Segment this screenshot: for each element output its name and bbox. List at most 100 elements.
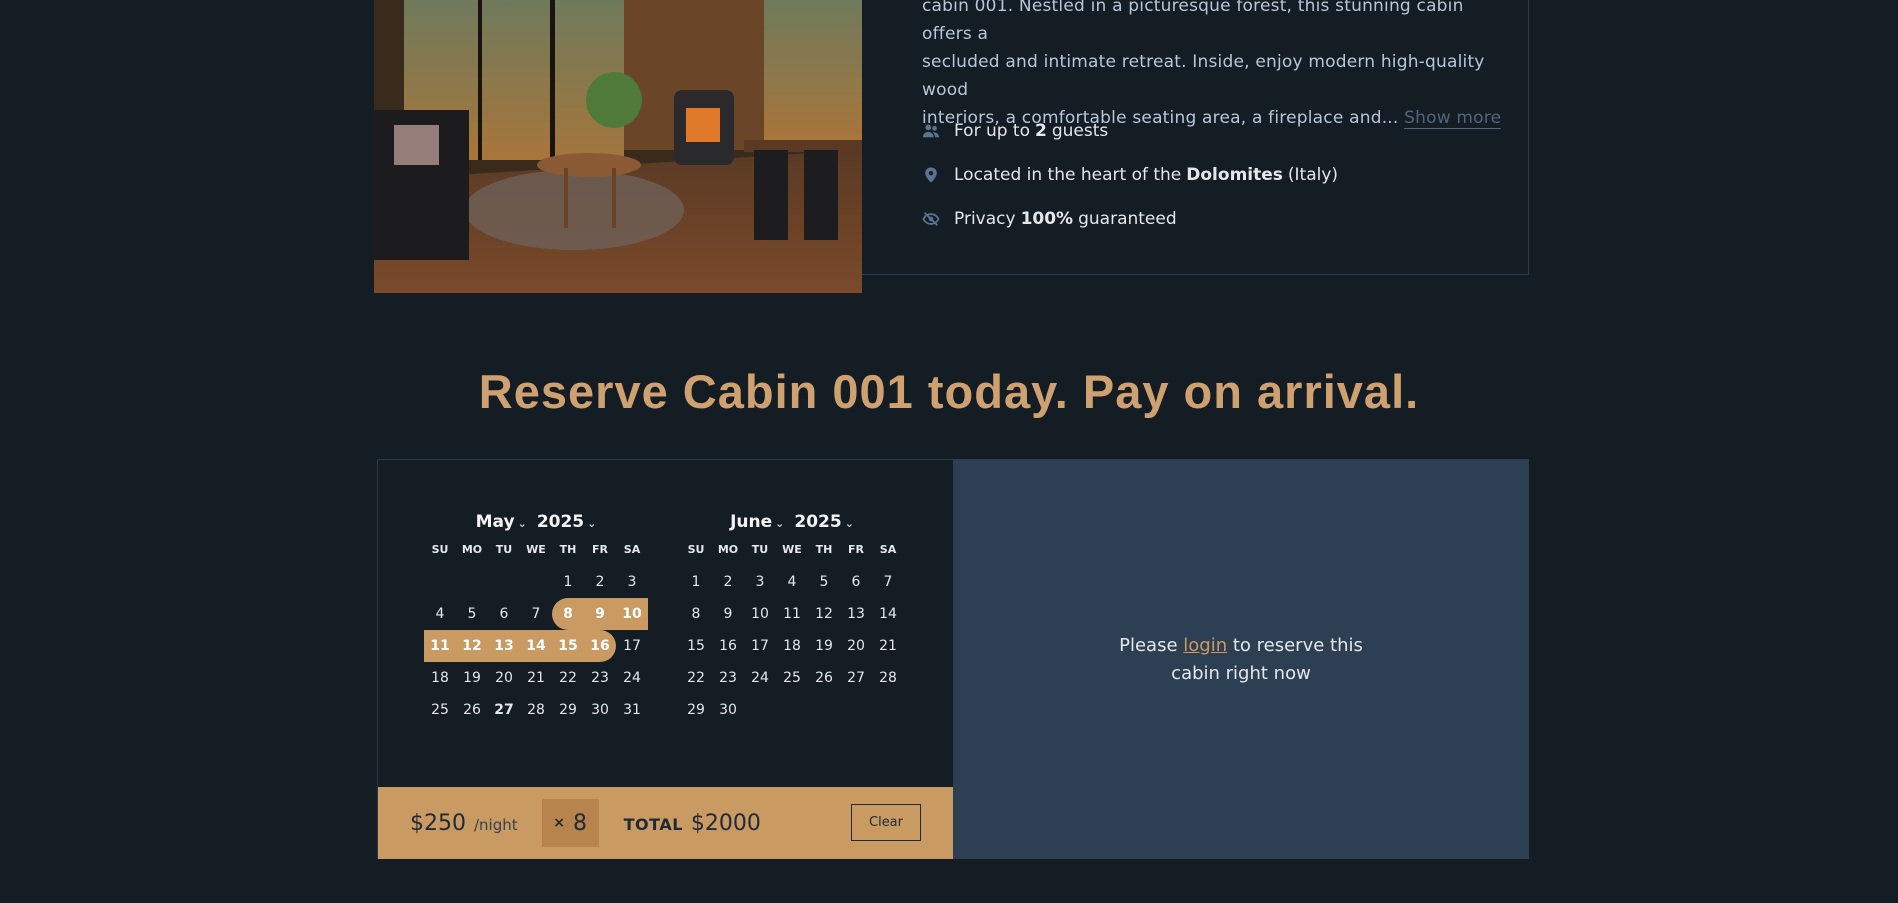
calendar-day[interactable]: 23 <box>712 662 744 694</box>
nightly-price: $250 /night <box>410 811 518 836</box>
year-select[interactable]: 2025 ⌄ <box>537 512 597 532</box>
calendar-day[interactable]: 19 <box>808 630 840 662</box>
cabin-info-panel: cabin 001. Nestled in a picturesque fore… <box>862 0 1529 275</box>
calendar-day[interactable]: 16 <box>712 630 744 662</box>
calendar-day[interactable]: 24 <box>744 662 776 694</box>
month-select[interactable]: May ⌄ <box>476 512 527 532</box>
calendar-day[interactable]: 27 <box>840 662 872 694</box>
calendar-day[interactable]: 20 <box>840 630 872 662</box>
calendar-day[interactable]: 26 <box>808 662 840 694</box>
calendar-day[interactable]: 7 <box>520 598 552 630</box>
calendar-day[interactable]: 5 <box>808 566 840 598</box>
calendar-day[interactable]: 3 <box>744 566 776 598</box>
calendar-day[interactable]: 18 <box>776 630 808 662</box>
login-link[interactable]: login <box>1183 635 1227 656</box>
calendar-day[interactable]: 6 <box>488 598 520 630</box>
description-line: secluded and intimate retreat. Inside, e… <box>922 52 1485 100</box>
calendar-day[interactable]: 25 <box>776 662 808 694</box>
feature-text: guests <box>1051 121 1109 141</box>
chevron-down-icon: ⌄ <box>775 516 785 530</box>
calendar-day[interactable]: 30 <box>712 694 744 726</box>
calendar-week: 123 <box>424 566 648 598</box>
calendar-day[interactable]: 5 <box>456 598 488 630</box>
calendar-day[interactable]: 23 <box>584 662 616 694</box>
calendar-day[interactable]: 14 <box>520 630 552 662</box>
reserve-title: Reserve Cabin 001 today. Pay on arrival. <box>478 365 1420 418</box>
calendar-day[interactable]: 14 <box>872 598 904 630</box>
calendar-day[interactable]: 11 <box>424 630 456 662</box>
calendar-day[interactable]: 27 <box>488 694 520 726</box>
year-select[interactable]: 2025 ⌄ <box>794 512 854 532</box>
month-select[interactable]: June ⌄ <box>730 512 784 532</box>
calendar-day[interactable]: 10 <box>744 598 776 630</box>
calendar-day[interactable]: 9 <box>712 598 744 630</box>
total-price: TOTAL $2000 <box>624 811 761 836</box>
login-prompt-panel: Please login to reserve this cabin right… <box>953 460 1529 859</box>
calendar-day[interactable]: 6 <box>840 566 872 598</box>
calendar-day[interactable]: 15 <box>680 630 712 662</box>
calendar-day[interactable]: 21 <box>872 630 904 662</box>
calendar-day[interactable]: 2 <box>712 566 744 598</box>
calendar-week: 8 9 10 11 12 13 14 <box>680 598 904 630</box>
calendar-day[interactable]: 17 <box>616 630 648 662</box>
calendar-day[interactable]: 2 <box>584 566 616 598</box>
calendar-day[interactable]: 13 <box>488 630 520 662</box>
calendar-day[interactable]: 26 <box>456 694 488 726</box>
month-header: June ⌄ 2025 ⌄ <box>680 512 904 532</box>
calendar-day[interactable]: 22 <box>552 662 584 694</box>
calendar-day[interactable]: 28 <box>872 662 904 694</box>
nights-count: × 8 <box>541 799 599 847</box>
price-summary-bar: $250 /night × 8 TOTAL $2000 Clear <box>378 787 953 859</box>
calendar-day[interactable]: 8 <box>680 598 712 630</box>
calendar-day[interactable]: 12 <box>808 598 840 630</box>
calendar-day[interactable]: 7 <box>872 566 904 598</box>
calendar-day[interactable]: 4 <box>776 566 808 598</box>
weekday-label: MO <box>717 543 739 556</box>
calendar-day[interactable]: 15 <box>552 630 584 662</box>
calendar-day[interactable]: 24 <box>616 662 648 694</box>
feature-bold: 100% <box>1020 209 1074 229</box>
calendar-day[interactable]: 4 <box>424 598 456 630</box>
calendar-day[interactable]: 3 <box>616 566 648 598</box>
feature-text: guaranteed <box>1078 209 1177 229</box>
calendar-day[interactable]: 30 <box>584 694 616 726</box>
calendar-empty-cell <box>456 566 488 598</box>
times-icon: × <box>553 815 565 831</box>
year-value: 2025 <box>794 512 842 532</box>
cabin-photo <box>374 0 862 293</box>
users-icon <box>922 122 940 140</box>
show-more-link[interactable]: Show more <box>1404 108 1502 129</box>
calendar-day[interactable]: 16 <box>584 630 616 662</box>
feature-text: (Italy) <box>1287 165 1339 185</box>
calendar-day[interactable]: 1 <box>680 566 712 598</box>
calendar-week: 15 16 17 18 19 20 21 <box>680 630 904 662</box>
calendar-day[interactable]: 25 <box>424 694 456 726</box>
calendar-week: 18 19 20 21 22 23 24 <box>424 662 648 694</box>
calendar-day[interactable]: 22 <box>680 662 712 694</box>
calendar-day[interactable]: 12 <box>456 630 488 662</box>
weekday-label: WE <box>782 543 802 556</box>
calendar-day[interactable]: 29 <box>680 694 712 726</box>
calendar-day[interactable]: 17 <box>744 630 776 662</box>
calendar-day[interactable]: 8 <box>552 598 584 630</box>
date-picker: May ⌄ 2025 ⌄ SU MO TU WE TH FR SA 1 2 3 4 5 6 7 8 9 10 11 1… <box>378 460 953 787</box>
calendar-day[interactable]: 9 <box>584 598 616 630</box>
calendar-day[interactable]: 21 <box>520 662 552 694</box>
calendar-day[interactable]: 28 <box>520 694 552 726</box>
feature-text: Located in the heart of the <box>954 165 1182 185</box>
calendar-day[interactable]: 31 <box>616 694 648 726</box>
calendar-day[interactable]: 18 <box>424 662 456 694</box>
calendar-day[interactable]: 20 <box>488 662 520 694</box>
calendar-day[interactable]: 19 <box>456 662 488 694</box>
calendar-day[interactable]: 1 <box>552 566 584 598</box>
calendar-day[interactable]: 11 <box>776 598 808 630</box>
calendar-week: 11 12 13 14 15 16 17 <box>424 630 648 662</box>
weekday-label: SU <box>431 543 449 556</box>
calendar-day[interactable]: 29 <box>552 694 584 726</box>
weekday-label: TU <box>495 543 513 556</box>
description-line: cabin 001. Nestled in a picturesque fore… <box>922 0 1464 44</box>
calendar-day[interactable]: 13 <box>840 598 872 630</box>
clear-button[interactable]: Clear <box>851 804 921 841</box>
calendar-day[interactable]: 10 <box>616 598 648 630</box>
weekday-label: SA <box>623 543 641 556</box>
